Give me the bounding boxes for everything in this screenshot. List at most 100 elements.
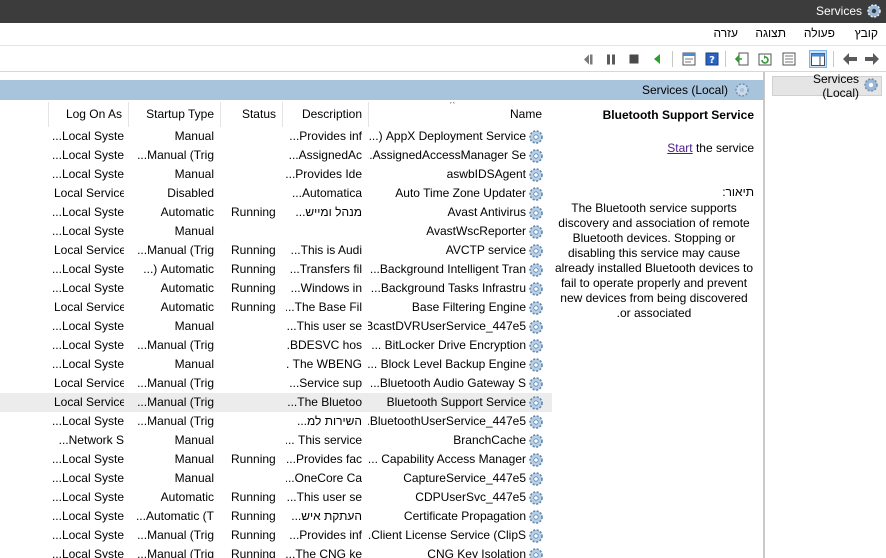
start-suffix: the service bbox=[695, 141, 754, 155]
service-name: AVCTP service bbox=[445, 243, 526, 257]
help-icon[interactable]: ? bbox=[703, 50, 721, 68]
table-row[interactable]: AppX Deployment Service (... Provides inf… bbox=[0, 127, 552, 146]
service-gear-icon bbox=[528, 547, 544, 558]
service-name: AssignedAccessManager Se... bbox=[368, 148, 526, 162]
table-row[interactable]: CNG Key Isolation The CNG ke... Running Man… bbox=[0, 545, 552, 558]
stop-service-icon[interactable] bbox=[625, 50, 643, 68]
service-log-on-as: Local Syste... bbox=[51, 148, 124, 162]
console-icon[interactable] bbox=[780, 50, 798, 68]
table-row[interactable]: CDPUserSvc_447e5 This user se... Running Au… bbox=[0, 488, 552, 507]
start-service-link[interactable]: Start bbox=[667, 141, 692, 155]
service-gear-icon bbox=[528, 452, 544, 468]
service-name: Block Level Backup Engine ... bbox=[368, 357, 526, 371]
service-startup-type: Manual (Trig... bbox=[137, 376, 214, 390]
list-header: ^ Name Description Status Startup Type L… bbox=[0, 102, 552, 127]
table-row[interactable]: AssignedAccessManager Se... AssignedAc...… bbox=[0, 146, 552, 165]
properties-icon[interactable] bbox=[680, 50, 698, 68]
service-log-on-as: Local Service bbox=[54, 376, 124, 390]
window-title: Services bbox=[815, 4, 862, 18]
refresh-icon[interactable] bbox=[756, 50, 774, 68]
table-row[interactable]: BitLocker Drive Encryption ... BDESVC hos… bbox=[0, 336, 552, 355]
table-row[interactable]: Bluetooth Audio Gateway S... Service sup.… bbox=[0, 374, 552, 393]
menu-help[interactable]: עזרה bbox=[713, 26, 738, 40]
table-row[interactable]: Avast Antivirus מנהל ומייש... Running Autom… bbox=[0, 203, 552, 222]
service-description-cell: Automatica... bbox=[291, 186, 362, 200]
table-row[interactable]: Auto Time Zone Updater Automatica... Disab… bbox=[0, 184, 552, 203]
service-name: Bluetooth Audio Gateway S... bbox=[369, 376, 526, 390]
column-header-log-on-as[interactable]: Log On As bbox=[48, 102, 128, 127]
service-description-cell: The CNG ke... bbox=[286, 547, 362, 558]
column-header-description[interactable]: Description bbox=[282, 102, 368, 127]
table-row[interactable]: Background Intelligent Tran... Transfers … bbox=[0, 260, 552, 279]
service-title: Bluetooth Support Service bbox=[602, 108, 754, 122]
service-startup-type: Manual (Trig... bbox=[137, 243, 214, 257]
service-status bbox=[222, 395, 280, 411]
export-list-icon[interactable] bbox=[733, 50, 751, 68]
table-row[interactable]: aswbIDSAgent Provides Ide... Manual Local S… bbox=[0, 165, 552, 184]
service-description-cell: This is Audi... bbox=[290, 243, 362, 257]
service-log-on-as: Local Service bbox=[54, 186, 124, 200]
table-row[interactable]: BcastDVRUserService_447e5... This user se… bbox=[0, 317, 552, 336]
service-name: Bluetooth Support Service bbox=[386, 395, 526, 409]
service-description-cell: This user se... bbox=[286, 319, 362, 333]
service-gear-icon bbox=[528, 338, 544, 354]
column-header-status[interactable]: Status bbox=[220, 102, 282, 127]
forward-arrow-icon[interactable] bbox=[863, 50, 881, 68]
service-gear-icon bbox=[528, 471, 544, 487]
gear-icon bbox=[734, 82, 750, 101]
table-row[interactable]: AvastWscReporter Manual Local Syste... bbox=[0, 222, 552, 241]
services-list: ^ Name Description Status Startup Type L… bbox=[0, 102, 552, 558]
column-header-name[interactable]: Name bbox=[368, 102, 552, 127]
service-status bbox=[222, 129, 280, 145]
table-row[interactable]: Client License Service (ClipS... Provides… bbox=[0, 526, 552, 545]
pause-service-icon[interactable] bbox=[602, 50, 620, 68]
table-row[interactable]: Bluetooth Support Service The Bluetoo... M… bbox=[0, 393, 552, 412]
service-log-on-as: Local Syste... bbox=[51, 338, 124, 352]
service-startup-type: Manual bbox=[174, 167, 214, 181]
service-startup-type: Manual (Trig... bbox=[137, 528, 214, 542]
menu-action[interactable]: פעולה bbox=[804, 26, 835, 40]
table-row[interactable]: BluetoothUserService_447e5... השירות למ..… bbox=[0, 412, 552, 431]
menu-view[interactable]: תצוגה bbox=[755, 26, 786, 40]
toolbar-separator bbox=[725, 51, 726, 67]
restart-service-icon[interactable] bbox=[579, 50, 597, 68]
service-name: AppX Deployment Service (... bbox=[368, 129, 526, 143]
table-row[interactable]: BranchCache This service ... Manual Network… bbox=[0, 431, 552, 450]
service-status: Running bbox=[231, 509, 276, 523]
service-description-cell bbox=[286, 224, 362, 240]
service-gear-icon bbox=[528, 528, 544, 544]
service-gear-icon bbox=[528, 509, 544, 525]
service-description-cell: The WBENG ... bbox=[286, 357, 362, 371]
service-startup-type: Automatic bbox=[160, 205, 214, 219]
service-startup-type: Manual (Trig... bbox=[137, 148, 214, 162]
start-service-icon[interactable] bbox=[648, 50, 666, 68]
show-hide-tree-icon[interactable] bbox=[809, 50, 827, 68]
menu-file[interactable]: קובץ bbox=[855, 26, 878, 40]
table-row[interactable]: Background Tasks Infrastru... Windows in.… bbox=[0, 279, 552, 298]
service-name: BranchCache bbox=[453, 433, 526, 447]
service-log-on-as: Local Syste... bbox=[51, 224, 124, 238]
service-gear-icon bbox=[528, 186, 544, 202]
table-row[interactable]: Certificate Propagation העתקת איש... Runni… bbox=[0, 507, 552, 526]
service-gear-icon bbox=[528, 490, 544, 506]
service-startup-type: Manual (Trig... bbox=[137, 414, 214, 428]
svg-text:?: ? bbox=[709, 55, 715, 66]
service-startup-type: Manual bbox=[174, 357, 214, 371]
service-status bbox=[222, 167, 280, 183]
table-row[interactable]: Capability Access Manager ... Provides fa… bbox=[0, 450, 552, 469]
service-log-on-as: Local Syste... bbox=[51, 129, 124, 143]
table-row[interactable]: AVCTP service This is Audi... Running Manua… bbox=[0, 241, 552, 260]
service-status: Running bbox=[231, 300, 276, 314]
gear-icon bbox=[863, 77, 879, 96]
service-status: Running bbox=[231, 243, 276, 257]
table-row[interactable]: Block Level Backup Engine ... The WBENG .… bbox=[0, 355, 552, 374]
column-header-startup-type[interactable]: Startup Type bbox=[128, 102, 220, 127]
tree-item-services-local[interactable]: Services (Local) bbox=[772, 72, 882, 100]
service-log-on-as: Local Service bbox=[54, 395, 124, 409]
back-arrow-icon[interactable] bbox=[841, 50, 859, 68]
service-status bbox=[222, 376, 280, 392]
table-row[interactable]: CaptureService_447e5 OneCore Ca... Manual L… bbox=[0, 469, 552, 488]
table-row[interactable]: Base Filtering Engine The Base Fil... Runn… bbox=[0, 298, 552, 317]
service-gear-icon bbox=[528, 414, 544, 430]
service-gear-icon bbox=[528, 205, 544, 221]
